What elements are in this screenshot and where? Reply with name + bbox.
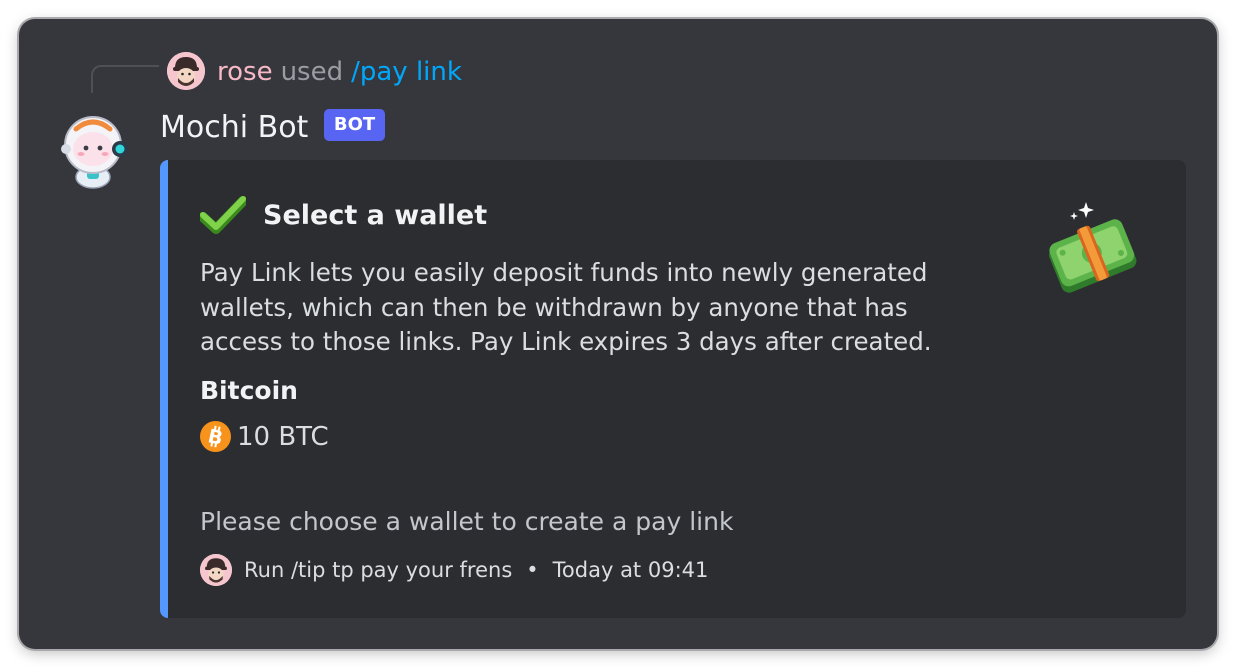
embed-title: Select a wallet xyxy=(263,200,488,231)
reply-connector-line xyxy=(91,65,159,93)
check-mark-icon xyxy=(198,196,248,234)
embed-accent-bar xyxy=(160,160,168,618)
embed-description: Pay Link lets you easily deposit funds i… xyxy=(200,258,932,356)
footer-separator: • xyxy=(526,558,539,582)
embed-card: Select a wallet Pay Link lets you easily… xyxy=(160,160,1186,618)
field-name: Bitcoin xyxy=(200,376,298,405)
reply-username[interactable]: rose xyxy=(217,57,273,87)
bot-name[interactable]: Mochi Bot xyxy=(160,109,308,147)
footer-text: Run /tip tp pay your frens xyxy=(244,558,513,582)
reply-user-avatar[interactable] xyxy=(167,52,205,90)
bot-badge: BOT xyxy=(324,109,385,141)
field-value: 10 BTC xyxy=(237,422,329,452)
footer-avatar xyxy=(200,554,232,586)
money-with-wings-icon xyxy=(1040,196,1144,300)
message-window: rose used/pay link Mochi Bot BOT Select … xyxy=(19,19,1217,649)
footer-timestamp: Today at 09:41 xyxy=(552,558,709,582)
reply-used-text: used xyxy=(280,57,344,87)
reply-command[interactable]: /pay link xyxy=(351,57,462,87)
footer-text-row: Run /tip tp pay your frens • Today at 09:4… xyxy=(244,554,708,586)
bitcoin-icon: B xyxy=(200,421,231,452)
embed-note: Please choose a wallet to create a pay l… xyxy=(200,507,734,536)
bot-avatar[interactable] xyxy=(56,113,130,189)
reply-reference[interactable]: rose used/pay link xyxy=(217,56,462,88)
